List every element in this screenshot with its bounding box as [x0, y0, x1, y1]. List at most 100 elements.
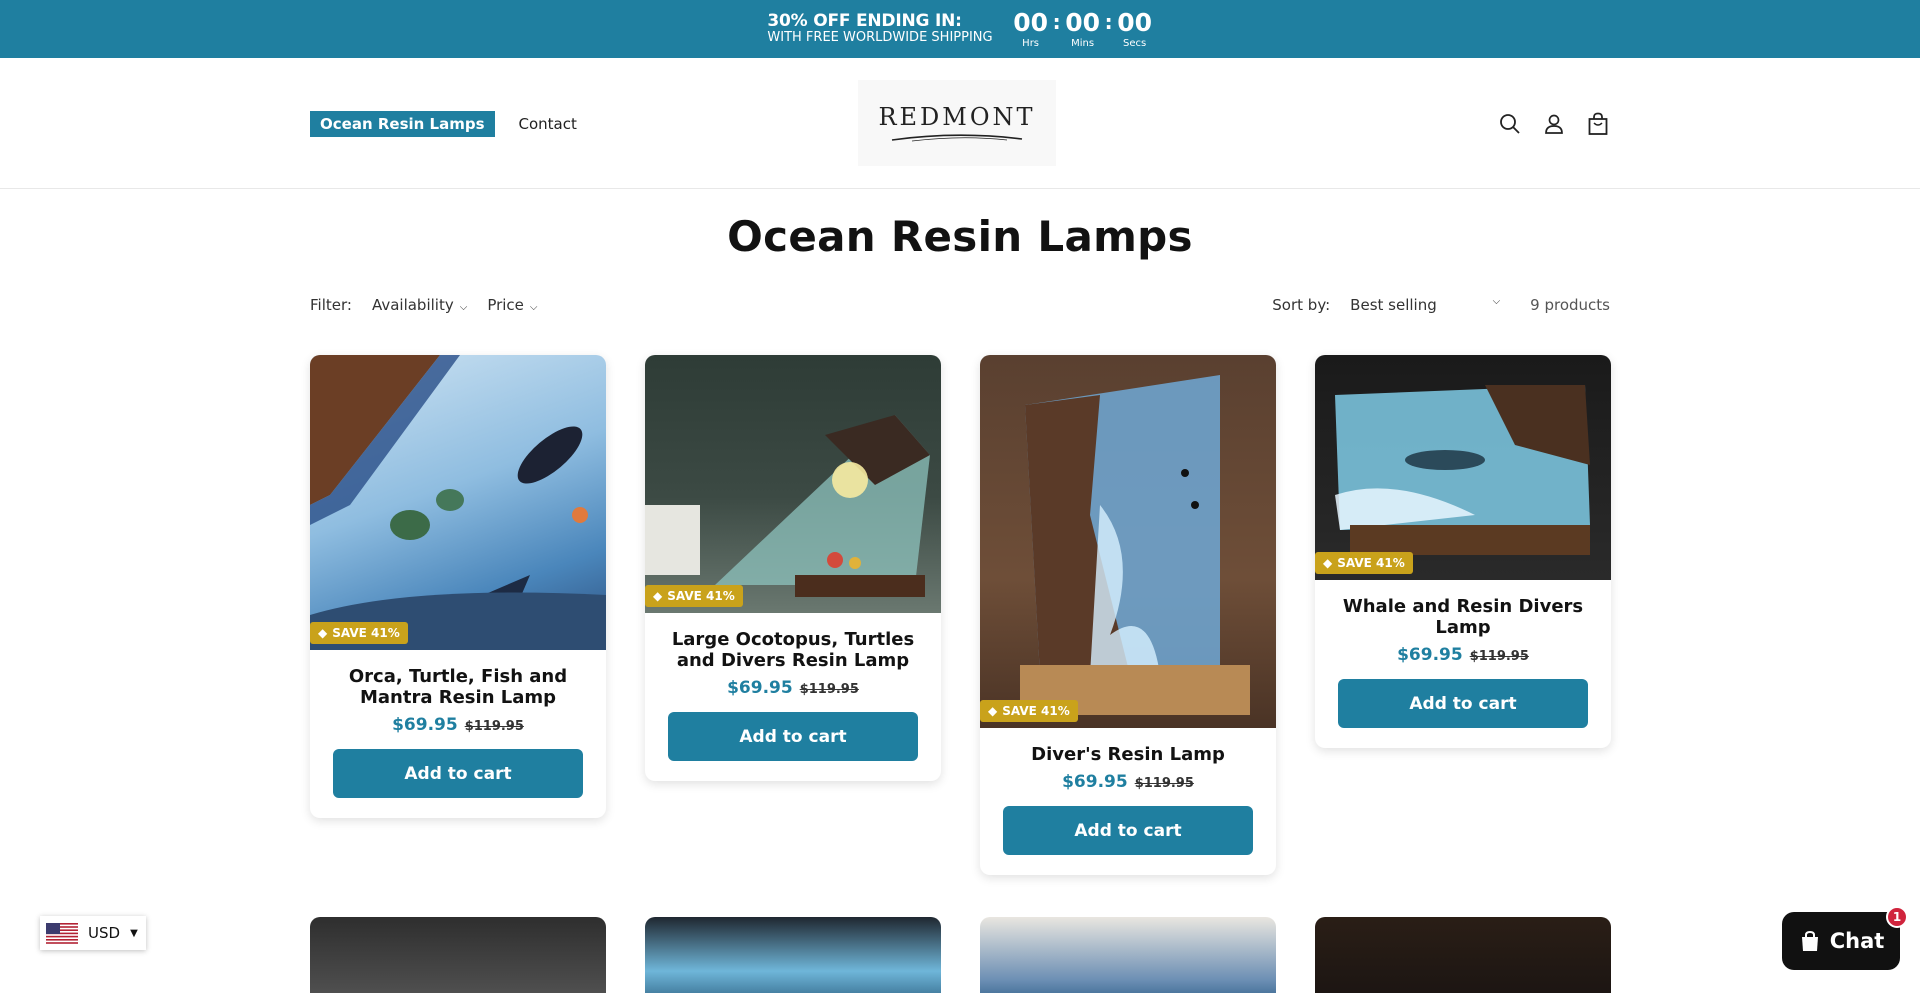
- filter-price-label: Price: [487, 296, 524, 314]
- product-card[interactable]: ◆ SAVE 41% Whale and Resin Divers Lamp $6…: [1315, 355, 1611, 748]
- product-card-partial[interactable]: [310, 917, 606, 993]
- save-badge: ◆ SAVE 41%: [1315, 552, 1413, 574]
- timer-separator: :: [1104, 10, 1113, 34]
- currency-selector[interactable]: USD ▼: [40, 916, 146, 950]
- timer-hours: 00 Hrs: [1013, 8, 1049, 50]
- announcement-bar: 30% OFF ENDING IN: WITH FREE WORLDWIDE S…: [0, 0, 1920, 58]
- tag-icon: ◆: [653, 589, 663, 603]
- whale-lamp-illustration: [1335, 385, 1590, 555]
- product-card[interactable]: ◆ SAVE 41% Large Ocotopus, Turtles and Di…: [645, 355, 941, 781]
- product-info: Large Ocotopus, Turtles and Divers Resin…: [645, 613, 941, 781]
- sale-price: $69.95: [392, 715, 458, 735]
- sort-group: Sort by: Best selling ⌵ 9 products: [1272, 296, 1610, 314]
- search-icon[interactable]: [1498, 112, 1522, 136]
- product-card[interactable]: ◆ SAVE 41% Orca, Turtle, Fish and Mantra …: [310, 355, 606, 818]
- filter-availability[interactable]: Availability ⌵: [372, 296, 467, 314]
- timer-seconds-value: 00: [1117, 8, 1152, 37]
- site-header: Ocean Resin Lamps Contact REDMONT: [0, 58, 1920, 189]
- product-title[interactable]: Diver's Resin Lamp: [1003, 744, 1253, 765]
- filter-price[interactable]: Price ⌵: [487, 296, 537, 314]
- main-nav: Ocean Resin Lamps Contact: [310, 111, 577, 137]
- product-card-partial[interactable]: [980, 917, 1276, 993]
- chevron-down-icon: ⌵: [1492, 296, 1501, 307]
- product-info: Whale and Resin Divers Lamp $69.95 $119.…: [1315, 580, 1611, 748]
- tag-icon: ◆: [988, 704, 998, 718]
- orca-lamp-illustration: [310, 355, 606, 650]
- nav-item-ocean-resin-lamps[interactable]: Ocean Resin Lamps: [310, 111, 495, 137]
- add-to-cart-button[interactable]: Add to cart: [668, 712, 918, 761]
- chevron-down-icon: ⌵: [529, 302, 538, 313]
- filter-bar: Filter: Availability ⌵ Price ⌵ Sort by: Be…: [310, 296, 1610, 320]
- cart-icon[interactable]: [1586, 112, 1610, 136]
- save-badge-label: SAVE 41%: [1337, 556, 1405, 570]
- product-card-partial[interactable]: [1315, 917, 1611, 993]
- logo-wordmark: REDMONT: [878, 103, 1036, 131]
- add-to-cart-button[interactable]: Add to cart: [1338, 679, 1588, 728]
- save-badge: ◆ SAVE 41%: [645, 585, 743, 607]
- chat-unread-badge: 1: [1886, 906, 1908, 928]
- caret-down-icon: ▼: [130, 927, 138, 939]
- product-info: Orca, Turtle, Fish and Mantra Resin Lamp…: [310, 650, 606, 818]
- countdown-timer: 00 Hrs : 00 Mins : 00 Secs: [1013, 8, 1153, 50]
- product-image[interactable]: ◆ SAVE 41%: [1315, 355, 1611, 580]
- price-row: $69.95 $119.95: [333, 715, 583, 735]
- page-title: Ocean Resin Lamps: [727, 212, 1193, 261]
- compare-price: $119.95: [1134, 776, 1194, 791]
- timer-seconds: 00 Secs: [1117, 8, 1153, 50]
- timer-minutes: 00 Mins: [1065, 8, 1101, 50]
- filter-label: Filter:: [310, 296, 352, 314]
- sale-price: $69.95: [727, 678, 793, 698]
- tag-icon: ◆: [318, 626, 328, 640]
- diver-lamp-illustration: [1020, 375, 1250, 715]
- save-badge: ◆ SAVE 41%: [980, 700, 1078, 722]
- us-flag-icon: [46, 922, 78, 944]
- chat-bag-icon: [1801, 930, 1818, 951]
- timer-minutes-label: Mins: [1071, 38, 1095, 49]
- chat-label: Chat: [1829, 929, 1885, 953]
- sale-price: $69.95: [1062, 772, 1128, 792]
- add-to-cart-button[interactable]: Add to cart: [333, 749, 583, 798]
- filter-group: Filter: Availability ⌵ Price ⌵: [310, 296, 538, 314]
- timer-minutes-value: 00: [1065, 8, 1100, 37]
- announcement-subline: WITH FREE WORLDWIDE SHIPPING: [767, 30, 993, 46]
- octopus-lamp-illustration: [645, 415, 930, 597]
- save-badge-label: SAVE 41%: [1002, 704, 1070, 718]
- product-image[interactable]: ◆ SAVE 41%: [645, 355, 941, 613]
- currency-code: USD: [88, 924, 121, 942]
- product-info: Diver's Resin Lamp $69.95 $119.95 Add to…: [980, 728, 1276, 875]
- timer-hours-label: Hrs: [1022, 38, 1040, 49]
- product-image[interactable]: ◆ SAVE 41%: [310, 355, 606, 650]
- product-title[interactable]: Large Ocotopus, Turtles and Divers Resin…: [668, 629, 918, 671]
- price-row: $69.95 $119.95: [1003, 772, 1253, 792]
- logo-swoosh-icon: [891, 134, 1023, 142]
- account-icon[interactable]: [1542, 112, 1566, 136]
- filter-availability-label: Availability: [371, 296, 454, 314]
- save-badge: ◆ SAVE 41%: [310, 622, 408, 644]
- nav-item-contact[interactable]: Contact: [519, 115, 577, 133]
- price-row: $69.95 $119.95: [668, 678, 918, 698]
- sale-price: $69.95: [1397, 645, 1463, 665]
- header-icons: [1498, 112, 1610, 136]
- product-image[interactable]: ◆ SAVE 41%: [980, 355, 1276, 728]
- product-card[interactable]: ◆ SAVE 41% Diver's Resin Lamp $69.95 $119…: [980, 355, 1276, 875]
- site-logo[interactable]: REDMONT: [858, 80, 1056, 166]
- announcement-text: 30% OFF ENDING IN: WITH FREE WORLDWIDE S…: [767, 10, 993, 46]
- sort-label: Sort by:: [1272, 296, 1331, 314]
- product-card-partial[interactable]: [645, 917, 941, 993]
- save-badge-label: SAVE 41%: [667, 589, 735, 603]
- add-to-cart-button[interactable]: Add to cart: [1003, 806, 1253, 855]
- sort-value: Best selling: [1350, 296, 1437, 314]
- product-title[interactable]: Whale and Resin Divers Lamp: [1338, 596, 1588, 638]
- price-row: $69.95 $119.95: [1338, 645, 1588, 665]
- product-title[interactable]: Orca, Turtle, Fish and Mantra Resin Lamp: [333, 666, 583, 708]
- product-count: 9 products: [1530, 296, 1610, 314]
- compare-price: $119.95: [799, 682, 859, 697]
- announcement-headline: 30% OFF ENDING IN:: [767, 10, 962, 31]
- timer-hours-value: 00: [1013, 8, 1048, 37]
- sort-select[interactable]: Best selling ⌵: [1350, 296, 1500, 314]
- timer-separator: :: [1052, 10, 1061, 34]
- timer-seconds-label: Secs: [1122, 38, 1147, 49]
- chat-button[interactable]: Chat 1: [1782, 906, 1908, 970]
- chevron-down-icon: ⌵: [459, 302, 468, 313]
- tag-icon: ◆: [1323, 556, 1333, 570]
